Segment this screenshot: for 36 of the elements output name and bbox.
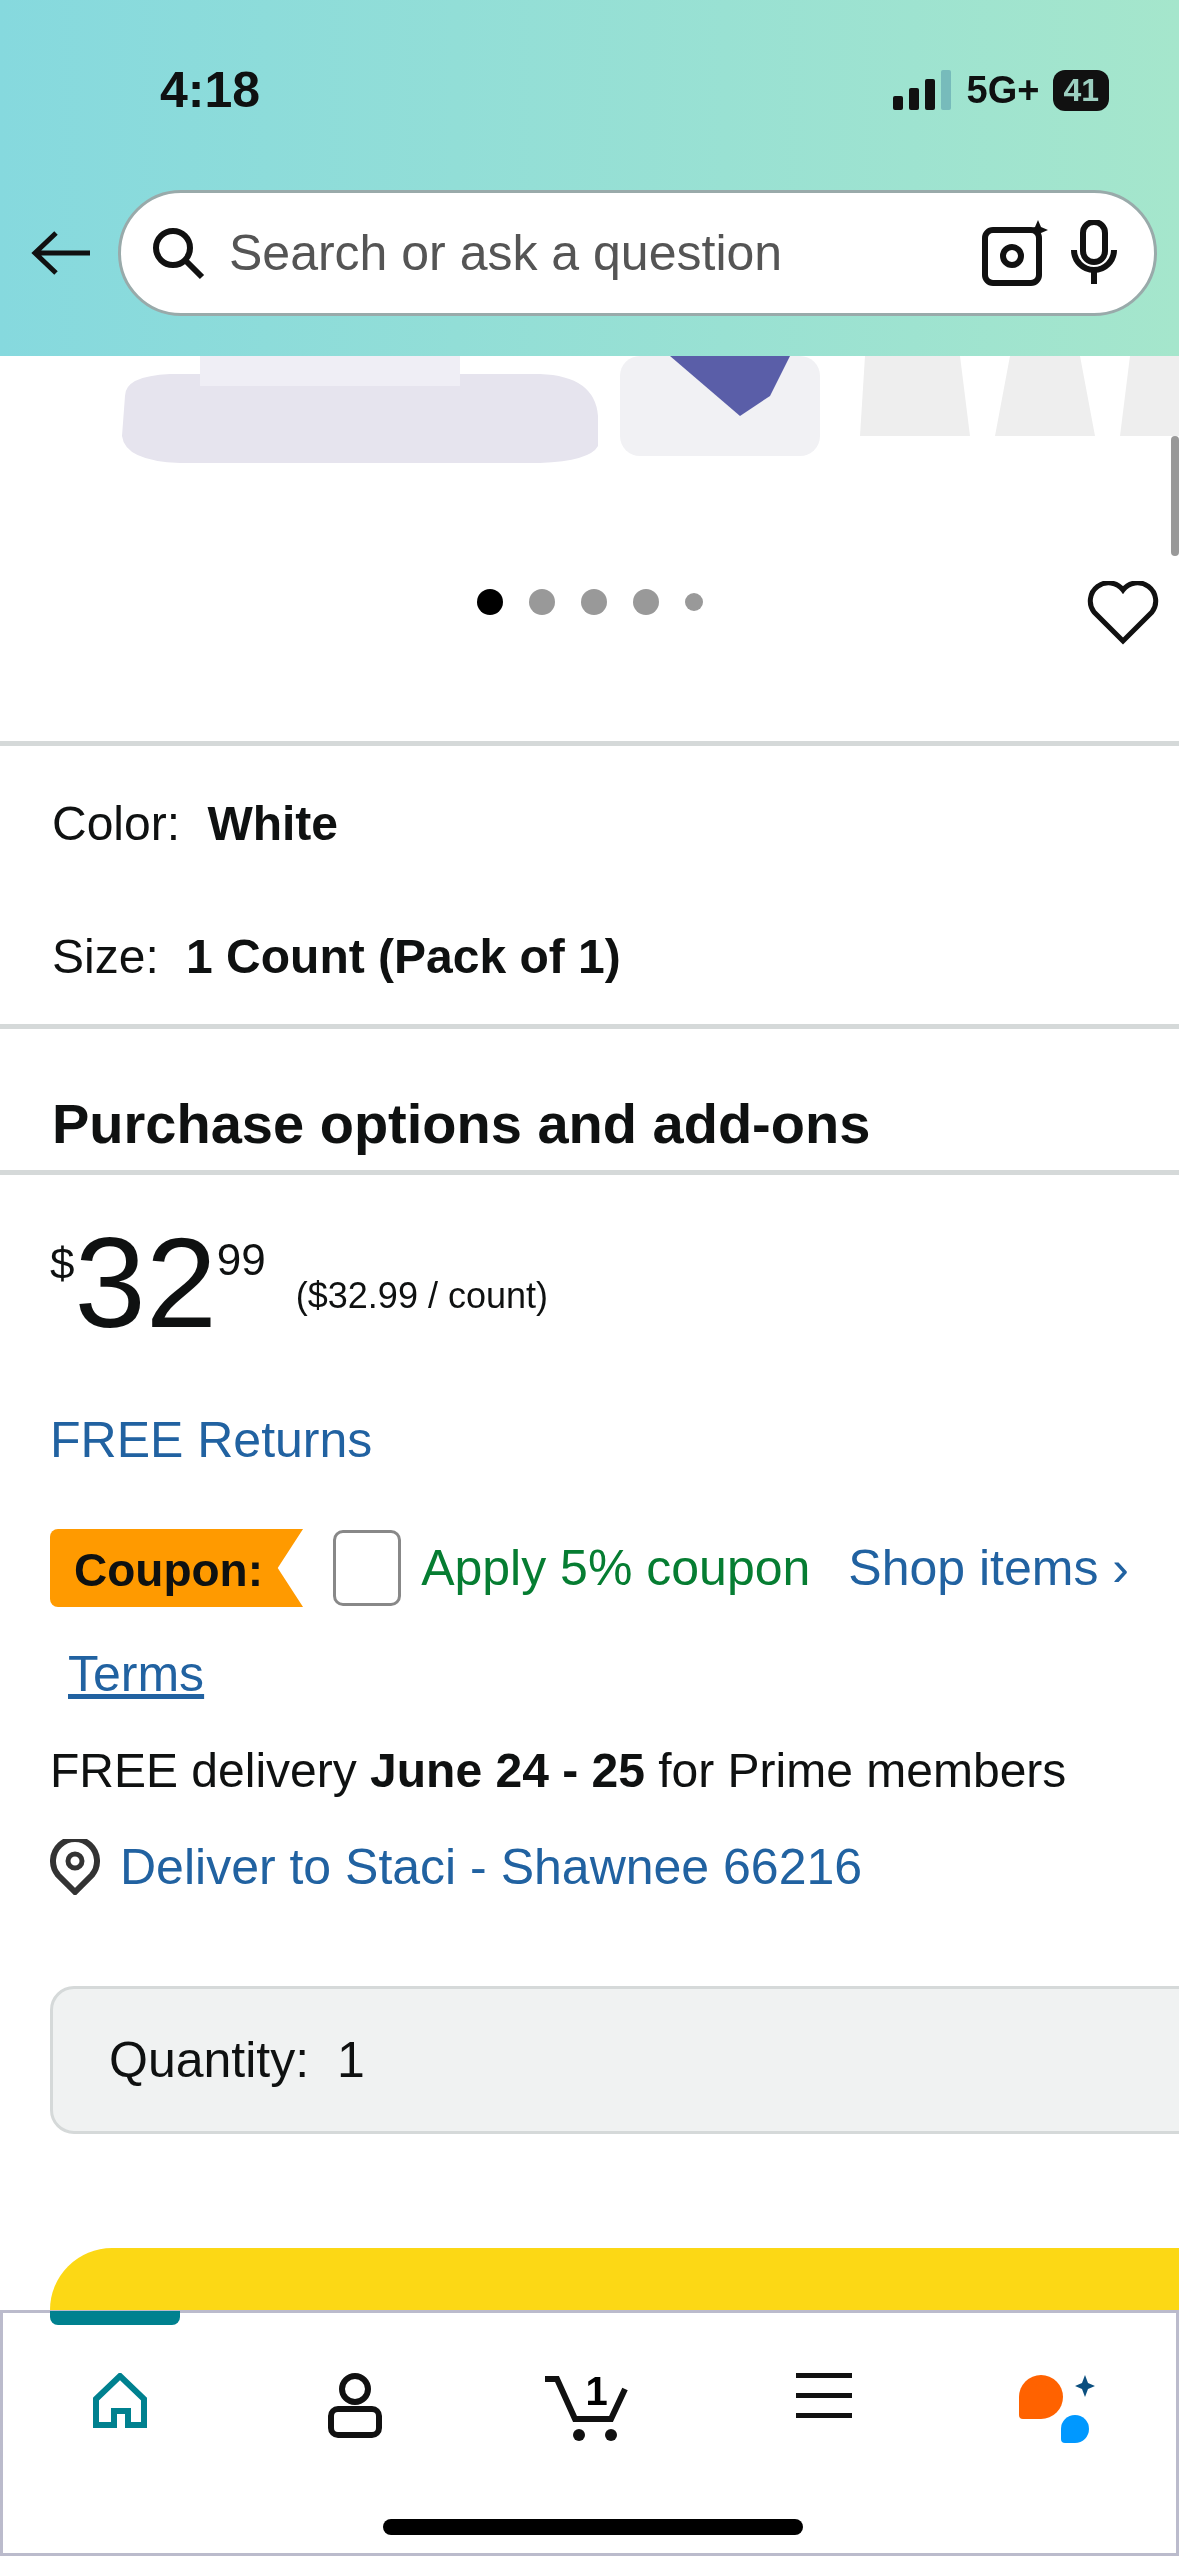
shop-items-link[interactable]: Shop items ›	[848, 1539, 1129, 1597]
network-label: 5G+	[966, 68, 1040, 112]
page-dot[interactable]	[476, 589, 503, 615]
coupon-label[interactable]: Apply 5% coupon	[421, 1539, 811, 1597]
section-title: Purchase options and add-ons	[51, 1091, 872, 1157]
price-whole: 32	[74, 1219, 217, 1347]
microphone-icon[interactable]	[1070, 220, 1118, 286]
variation-label: Color: White	[52, 796, 340, 851]
battery-icon: 41	[1053, 69, 1109, 111]
search-icon	[151, 226, 205, 280]
variation-label: Size: 1 Count (Pack of 1)	[52, 929, 622, 984]
home-icon	[92, 2373, 149, 2429]
quantity-selector[interactable]: Quantity: 1	[50, 1986, 1179, 2134]
price-fraction: 99	[216, 1235, 266, 1285]
coupon-badge: Coupon:	[50, 1529, 304, 1607]
deliver-to-link[interactable]: Deliver to Staci - Shawnee 66216	[120, 1838, 863, 1896]
signal-icon	[892, 70, 953, 110]
returns-link[interactable]: FREE Returns	[50, 1411, 1129, 1469]
back-arrow-icon[interactable]	[30, 230, 92, 276]
page-dot[interactable]	[632, 589, 659, 615]
camera-icon[interactable]	[982, 220, 1048, 286]
page-dot[interactable]	[528, 589, 555, 615]
page-dot[interactable]	[580, 589, 607, 615]
currency-symbol: $	[50, 1239, 75, 1289]
terms-link[interactable]: Terms	[68, 1645, 205, 1703]
page-dot[interactable]	[684, 593, 703, 611]
unit-price: ($32.99 / count)	[295, 1275, 548, 1317]
coupon-checkbox[interactable]	[333, 1530, 402, 1606]
location-pin-icon	[50, 1839, 100, 1895]
search-field[interactable]: Search or ask a question	[118, 190, 1157, 316]
status-time: 4:18	[160, 61, 261, 119]
delivery-info: FREE delivery June 24 - 25 for Prime members	[50, 1743, 1068, 1798]
search-input[interactable]: Search or ask a question	[227, 223, 960, 283]
menu-icon	[796, 2373, 853, 2419]
heart-icon[interactable]	[1087, 581, 1159, 645]
person-icon	[326, 2373, 383, 2439]
